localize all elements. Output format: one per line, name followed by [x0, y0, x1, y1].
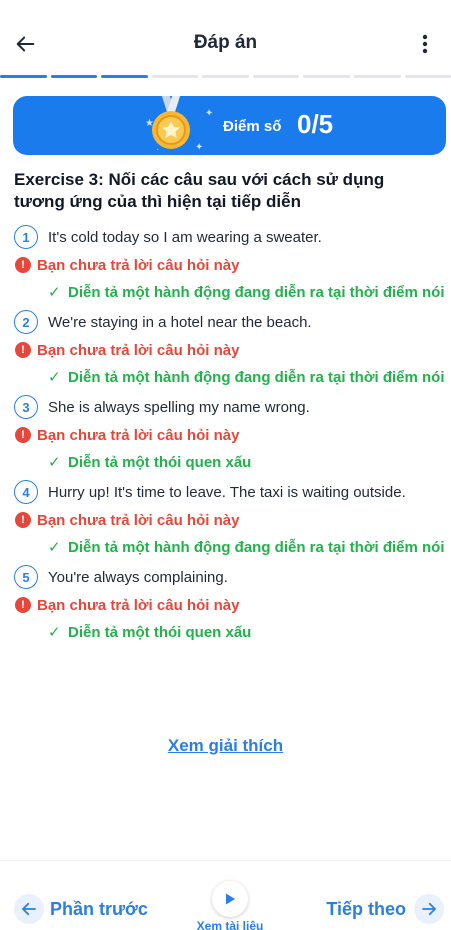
unanswered-status: Bạn chưa trả lời câu hỏi này: [37, 511, 240, 529]
unanswered-status: Bạn chưa trả lời câu hỏi này: [37, 596, 240, 614]
next-button[interactable]: Tiếp theo: [326, 894, 444, 924]
view-documents-button[interactable]: Xem tài liệu: [195, 881, 265, 930]
progress-segment: [252, 75, 300, 78]
question-item: 1 It's cold today so I am wearing a swea…: [14, 225, 445, 302]
error-circle-icon: !: [15, 427, 31, 443]
exercise-title: Exercise 3: Nối các câu sau với cách sử …: [14, 170, 385, 211]
arrow-right-icon: [414, 894, 444, 924]
question-text: We're staying in a hotel near the beach.: [48, 313, 312, 331]
previous-section-label: Phần trước: [50, 898, 148, 919]
check-icon: ✓: [48, 624, 61, 641]
question-number: 3: [14, 395, 38, 419]
question-item: 4 Hurry up! It's time to leave. The taxi…: [14, 480, 445, 557]
check-icon: ✓: [48, 369, 61, 386]
question-text: Hurry up! It's time to leave. The taxi i…: [48, 483, 406, 501]
score-label: Điểm số: [223, 118, 282, 135]
correct-answer: ✓ Diễn tả một hành động đang diễn ra tại …: [48, 538, 448, 557]
question-item: 3 She is always spelling my name wrong. …: [14, 395, 444, 472]
unanswered-status: Bạn chưa trả lời câu hỏi này: [37, 341, 240, 359]
error-circle-icon: !: [15, 257, 31, 273]
progress-bar: [0, 75, 451, 79]
progress-segment: [0, 75, 47, 78]
view-documents-label: Xem tài liệu: [196, 919, 264, 930]
question-item: 2 We're staying in a hotel near the beac…: [14, 310, 445, 387]
question-text: She is always spelling my name wrong.: [48, 398, 310, 416]
question-number: 5: [14, 565, 38, 589]
check-icon: ✓: [48, 284, 61, 301]
error-circle-icon: !: [15, 342, 31, 358]
answer-text: Diễn tả một hành động đang diễn ra tại t…: [68, 369, 445, 386]
question-item: 5 You're always complaining. ! Bạn chưa …: [14, 565, 444, 642]
arrow-left-icon: [14, 894, 44, 924]
score-card: ★ ✦ ✦ · Điểm số 0/5: [13, 96, 446, 155]
unanswered-status: Bạn chưa trả lời câu hỏi này: [37, 256, 240, 274]
sparkle-icon: ✦: [205, 108, 214, 119]
check-icon: ✓: [48, 539, 61, 556]
question-text: It's cold today so I am wearing a sweate…: [48, 228, 322, 246]
question-list: 1 It's cold today so I am wearing a swea…: [14, 225, 445, 648]
answer-text: Diễn tả một thói quen xấu: [68, 454, 252, 471]
app-header: Đáp án: [0, 0, 451, 78]
score-value: 0/5: [297, 109, 334, 139]
progress-segment: [303, 75, 350, 78]
next-label: Tiếp theo: [326, 898, 406, 919]
correct-answer: ✓ Diễn tả một thói quen xấu: [48, 623, 448, 642]
progress-segment: [101, 75, 148, 78]
progress-segment: [50, 75, 98, 78]
unanswered-status: Bạn chưa trả lời câu hỏi này: [37, 426, 240, 444]
progress-segment: [353, 75, 401, 78]
correct-answer: ✓ Diễn tả một thói quen xấu: [48, 453, 448, 472]
medal-icon: [152, 96, 190, 149]
bottom-navigation: Phần trước Xem tài liệu Tiếp theo: [0, 860, 451, 930]
error-circle-icon: !: [15, 512, 31, 528]
question-number: 4: [14, 480, 38, 504]
answer-text: Diễn tả một hành động đang diễn ra tại t…: [68, 284, 445, 301]
question-number: 2: [14, 310, 38, 334]
question-number: 1: [14, 225, 38, 249]
check-icon: ✓: [48, 454, 61, 471]
page-title: Đáp án: [193, 32, 258, 53]
previous-section-button[interactable]: Phần trước: [14, 894, 148, 924]
answer-text: Diễn tả một hành động đang diễn ra tại t…: [68, 539, 445, 556]
more-vertical-icon: [422, 34, 428, 54]
correct-answer: ✓ Diễn tả một hành động đang diễn ra tại …: [48, 283, 448, 302]
question-text: You're always complaining.: [48, 568, 228, 586]
play-icon: [212, 881, 248, 917]
answer-text: Diễn tả một thói quen xấu: [68, 624, 252, 641]
progress-segment: [202, 75, 249, 78]
progress-segment: [404, 75, 451, 78]
correct-answer: ✓ Diễn tả một hành động đang diễn ra tại …: [48, 368, 448, 387]
progress-segment: [151, 75, 199, 78]
more-options-button[interactable]: [411, 30, 439, 58]
error-circle-icon: !: [15, 597, 31, 613]
view-explanation-link[interactable]: Xem giải thích: [0, 736, 451, 756]
